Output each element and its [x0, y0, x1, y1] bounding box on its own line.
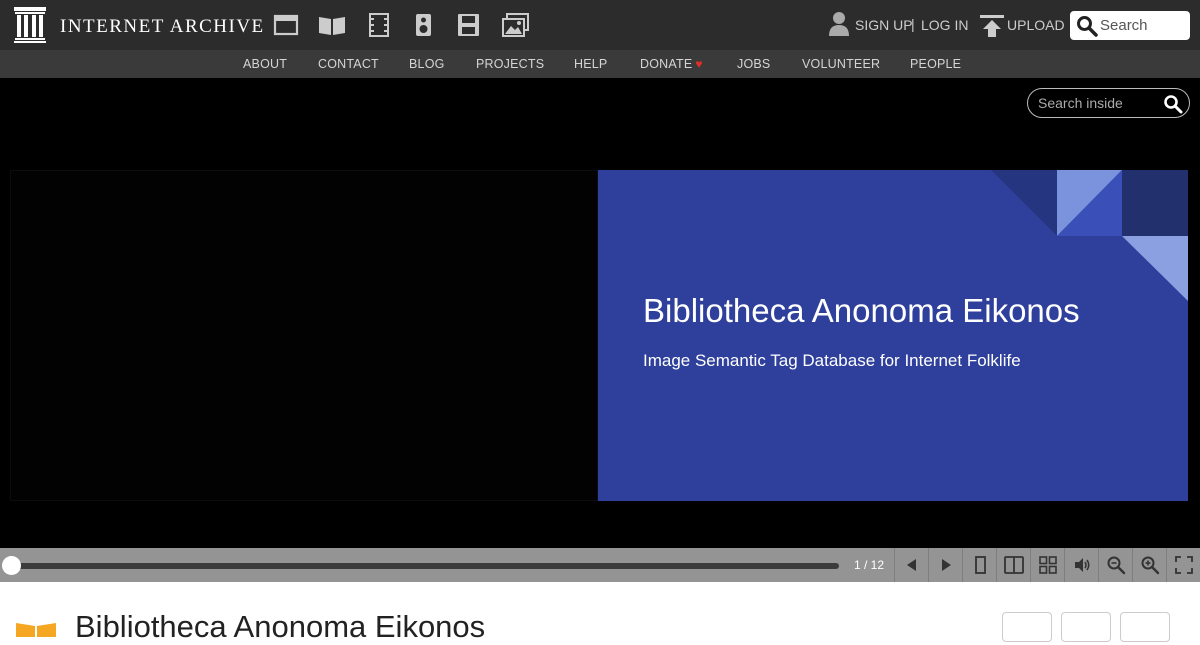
read-aloud-icon — [1075, 558, 1090, 572]
nav-help[interactable]: HELP — [574, 57, 607, 71]
texts-icon[interactable] — [318, 12, 346, 38]
nav-jobs[interactable]: JOBS — [737, 57, 770, 71]
nav-people[interactable]: PEOPLE — [910, 57, 961, 71]
favorite-button[interactable] — [1002, 612, 1052, 642]
user-account-icon[interactable] — [828, 11, 850, 37]
software-icon[interactable] — [455, 12, 483, 38]
site-name[interactable]: INTERNET ARCHIVE — [60, 16, 265, 38]
search-inside-box[interactable] — [1027, 88, 1190, 118]
slide-corner-decoration — [991, 170, 1188, 301]
one-page-view-button[interactable] — [962, 548, 996, 582]
internet-archive-logo-icon[interactable] — [14, 7, 46, 43]
nav-donate[interactable]: DONATE ♥ — [640, 57, 703, 71]
zoom-out-icon — [1107, 556, 1126, 575]
nav-blog[interactable]: BLOG — [409, 57, 445, 71]
upload-link[interactable]: UPLOAD — [1007, 17, 1065, 33]
right-page-slide[interactable]: Bibliotheca Anonoma Eikonos Image Semant… — [598, 170, 1188, 501]
heart-icon: ♥ — [695, 57, 703, 71]
nav-donate-label: DONATE — [640, 57, 693, 71]
page-slider-handle[interactable] — [2, 556, 21, 575]
prev-page-button[interactable] — [894, 548, 928, 582]
two-page-view-icon — [1004, 556, 1024, 574]
zoom-in-icon — [1141, 556, 1160, 575]
video-icon[interactable] — [366, 12, 394, 38]
zoom-in-button[interactable] — [1132, 548, 1166, 582]
search-input[interactable] — [1100, 15, 1186, 36]
log-in-link[interactable]: LOG IN — [921, 17, 968, 33]
secondary-navigation: ABOUT CONTACT BLOG PROJECTS HELP DONATE ♥… — [0, 50, 1200, 78]
auth-separator: | — [911, 16, 915, 32]
web-icon[interactable] — [273, 12, 301, 38]
page-slider-track[interactable] — [10, 563, 839, 569]
thumbnail-view-button[interactable] — [1030, 548, 1064, 582]
share-button[interactable] — [1061, 612, 1111, 642]
fullscreen-icon — [1175, 556, 1193, 574]
slide-title: Bibliotheca Anonoma Eikonos — [643, 292, 1080, 329]
thumbnail-view-icon — [1039, 556, 1057, 574]
next-page-icon — [942, 559, 951, 571]
two-page-view-button[interactable] — [996, 548, 1030, 582]
search-icon[interactable] — [1076, 15, 1098, 37]
item-details: Bibliotheca Anonoma Eikonos — [0, 582, 1200, 644]
sign-up-link[interactable]: SIGN UP — [855, 17, 913, 33]
book-reader: Bibliotheca Anonoma Eikonos Image Semant… — [0, 78, 1200, 548]
page-indicator: 1 / 12 — [854, 558, 885, 572]
item-title: Bibliotheca Anonoma Eikonos — [75, 609, 486, 644]
search-icon[interactable] — [1163, 94, 1183, 114]
next-page-button[interactable] — [928, 548, 962, 582]
site-search-box[interactable] — [1070, 11, 1190, 40]
nav-about[interactable]: ABOUT — [243, 57, 287, 71]
upload-icon[interactable] — [980, 14, 1004, 38]
zoom-out-button[interactable] — [1098, 548, 1132, 582]
nav-contact[interactable]: CONTACT — [318, 57, 379, 71]
prev-page-icon — [907, 559, 916, 571]
one-page-view-icon — [975, 556, 986, 574]
texts-icon — [16, 623, 56, 637]
read-aloud-button[interactable] — [1064, 548, 1098, 582]
top-navigation-bar: INTERNET ARCHIVE SIGN UP | LOG IN UPLOAD… — [0, 0, 1200, 50]
flag-button[interactable] — [1120, 612, 1170, 642]
search-inside-input[interactable] — [1038, 94, 1163, 112]
audio-icon[interactable] — [410, 12, 438, 38]
slide-subtitle: Image Semantic Tag Database for Internet… — [643, 351, 1021, 370]
images-icon[interactable] — [502, 12, 530, 38]
nav-volunteer[interactable]: VOLUNTEER — [802, 57, 880, 71]
fullscreen-button[interactable] — [1166, 548, 1200, 582]
nav-projects[interactable]: PROJECTS — [476, 57, 544, 71]
left-page[interactable] — [10, 170, 598, 501]
reader-controls: 1 / 12 — [0, 548, 1200, 582]
